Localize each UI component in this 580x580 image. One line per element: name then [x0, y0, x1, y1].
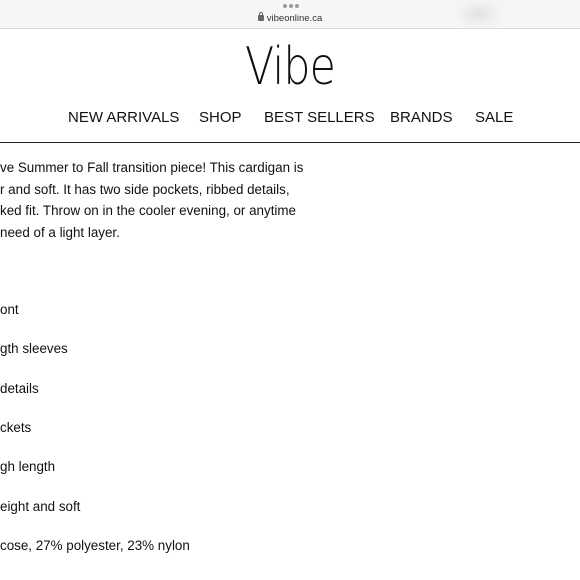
main-nav: NEW ARRIVALS SHOP BEST SELLERS BRANDS SA…: [0, 108, 580, 128]
lock-icon: [257, 12, 264, 21]
feature-item: details: [0, 381, 39, 396]
url-text: vibeonline.ca: [266, 13, 323, 24]
description-line: ked fit. Throw on in the cooler evening,…: [0, 203, 296, 218]
nav-item-brands[interactable]: BRANDS: [390, 108, 453, 128]
product-description: ve Summer to Fall transition piece! This…: [0, 157, 330, 243]
description-line: need of a light layer.: [0, 224, 120, 240]
description-line: r and soft. It has two side pockets, rib…: [0, 181, 290, 197]
url-field[interactable]: vibeonline.ca: [0, 12, 580, 25]
browser-address-bar: vibeonline.ca: [0, 0, 580, 29]
nav-item-sale[interactable]: SALE: [475, 108, 513, 128]
feature-item: gth sleeves: [0, 341, 68, 356]
feature-item: cose, 27% polyester, 23% nylon: [0, 538, 190, 553]
nav-divider: [0, 142, 580, 143]
nav-item-shop[interactable]: SHOP: [199, 108, 242, 128]
feature-item: eight and soft: [0, 499, 81, 514]
nav-item-new-arrivals[interactable]: NEW ARRIVALS: [68, 108, 179, 128]
nav-item-best-sellers[interactable]: BEST SELLERS: [264, 108, 375, 128]
feature-item: ckets: [0, 420, 32, 435]
feature-item: ont: [0, 302, 19, 317]
more-options-icon[interactable]: [283, 4, 299, 8]
brand-logo[interactable]: Vibe: [52, 37, 528, 97]
feature-item: gh length: [0, 459, 56, 474]
description-line: ve Summer to Fall transition piece! This…: [0, 160, 304, 175]
